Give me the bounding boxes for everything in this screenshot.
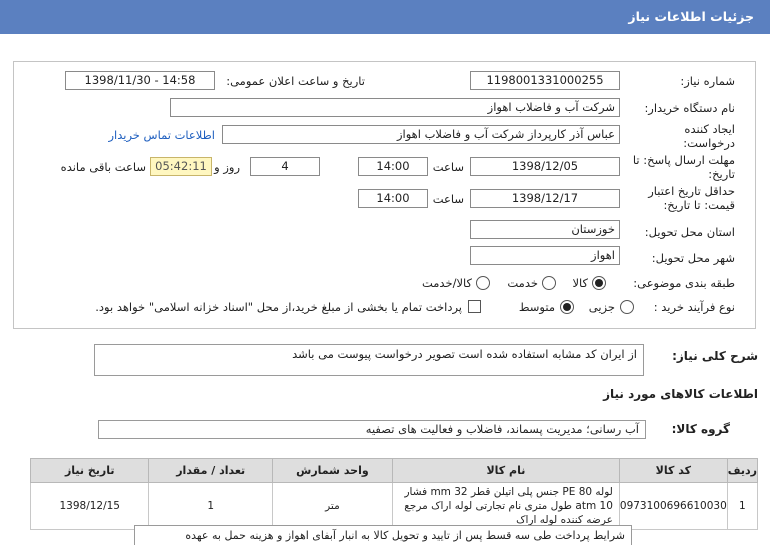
city-field: اهواز — [470, 246, 620, 265]
deadline-date-field: 1398/12/05 — [470, 157, 620, 176]
need-number-label: شماره نیاز: — [680, 74, 735, 88]
cell-row: 1 — [726, 482, 759, 530]
col-unit: واحد شمارش — [271, 458, 393, 483]
remaining-time-field: 05:42:11 — [150, 157, 212, 176]
category-radio-goods[interactable] — [592, 276, 606, 290]
cell-name: لوله PE 80 جنس پلی اتیلن قطر 32 mm فشار … — [391, 482, 620, 530]
buyer-field: شرکت آب و فاضلاب اهواز — [170, 98, 620, 117]
buyer-label: نام دستگاه خریدار: — [644, 101, 735, 115]
category-label: طبقه بندی موضوعی: — [633, 276, 735, 290]
buyer-contact-link[interactable]: اطلاعات تماس خریدار — [108, 128, 215, 142]
category-option-goods-service: کالا/خدمت — [421, 276, 472, 290]
treasury-note: پرداخت تمام یا بخشی از مبلغ خرید،از محل … — [95, 300, 462, 314]
category-radio-goods-service[interactable] — [476, 276, 490, 290]
cell-code: 0973100696610030 — [618, 482, 728, 530]
conditions-text: پرداخت طی سه قسط پس از تایید و تحویل کال… — [185, 529, 590, 542]
treasury-checkbox[interactable] — [468, 300, 481, 313]
category-radio-service[interactable] — [542, 276, 556, 290]
province-label: استان محل تحویل: — [644, 225, 735, 239]
description-box: از ایران کد مشابه استفاده شده است تصویر … — [94, 344, 644, 376]
city-label: شهر محل تحویل: — [651, 251, 735, 265]
col-code: کد کالا — [618, 458, 728, 483]
col-row: ردیف — [726, 458, 759, 483]
validity-date-field: 1398/12/17 — [470, 189, 620, 208]
announce-label: تاریخ و ساعت اعلان عمومی: — [226, 74, 365, 88]
day-and-label: روز و — [214, 160, 240, 174]
announce-field: 1398/11/30 - 14:58 — [65, 71, 215, 90]
conditions-box: شرایط پرداخت طی سه قسط پس از تایید و تحو… — [134, 525, 632, 545]
province-field: خوزستان — [470, 220, 620, 239]
process-option-medium: متوسط — [518, 300, 555, 314]
title-bar: جزئیات اطلاعات نیاز — [0, 0, 770, 34]
cell-qty: 1 — [148, 482, 273, 530]
cell-unit: متر — [271, 482, 393, 530]
deadline-time-label: ساعت — [432, 160, 464, 174]
item-group-label: گروه کالا: — [671, 422, 730, 436]
remaining-label: ساعت باقی مانده — [60, 160, 146, 174]
goods-table: ردیف کد کالا نام کالا واحد شمارش تعداد /… — [29, 458, 759, 530]
deadline-time-field: 14:00 — [358, 157, 428, 176]
validity-time-field: 14:00 — [358, 189, 428, 208]
process-label: نوع فرآیند خرید : — [653, 300, 735, 314]
process-radio-medium[interactable] — [560, 300, 574, 314]
need-number-field: 1198001331000255 — [470, 71, 620, 90]
validity-time-label: ساعت — [432, 192, 464, 206]
validity-label: حداقل تاریخ اعتبار قیمت: تا تاریخ: — [648, 184, 735, 212]
cell-date: 1398/12/15 — [29, 482, 150, 530]
col-name: نام کالا — [391, 458, 620, 483]
creator-label: ایجاد کننده درخواست: — [683, 122, 735, 150]
days-field: 4 — [250, 157, 320, 176]
goods-table-header: ردیف کد کالا نام کالا واحد شمارش تعداد /… — [29, 458, 759, 483]
item-group-box: آب رسانی؛ مدیریت پسماند، فاضلاب و فعالیت… — [98, 420, 646, 439]
col-qty: تعداد / مقدار — [148, 458, 273, 483]
creator-field: عباس آذر کارپرداز شرکت آب و فاضلاب اهواز — [222, 125, 620, 144]
process-option-minor: جزیی — [588, 300, 615, 314]
col-date: تاریخ نیاز — [29, 458, 150, 483]
goods-section-title: اطلاعات کالاهای مورد نیاز — [603, 387, 758, 401]
process-radio-minor[interactable] — [620, 300, 634, 314]
table-row: 1 0973100696610030 لوله PE 80 جنس پلی ات… — [29, 482, 759, 530]
conditions-label: شرایط — [593, 529, 625, 542]
category-option-service: خدمت — [507, 276, 538, 290]
category-option-goods: کالا — [572, 276, 588, 290]
deadline-label: مهلت ارسال پاسخ: تا تاریخ: — [632, 153, 735, 181]
page-title: جزئیات اطلاعات نیاز — [628, 9, 754, 24]
description-label: شرح کلی نیاز: — [672, 349, 758, 363]
